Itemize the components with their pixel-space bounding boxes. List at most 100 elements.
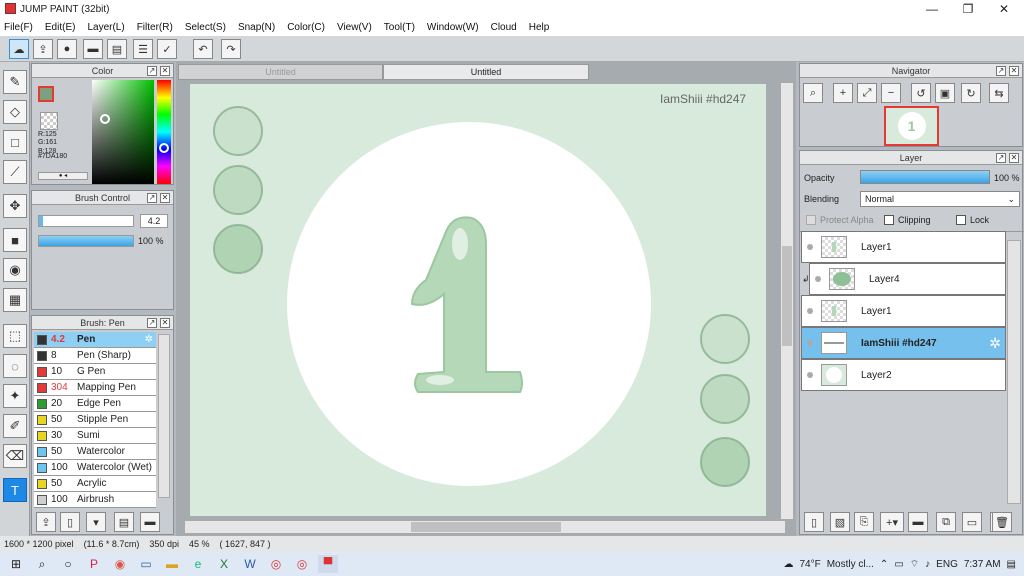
panel-close-icon[interactable]: ✕: [1009, 153, 1019, 163]
brush-folder-icon[interactable]: ▬: [140, 512, 160, 532]
fill-rect-tool-icon[interactable]: ■: [3, 228, 27, 252]
search-icon[interactable]: ⌕: [32, 555, 52, 573]
brush-size-slider[interactable]: [38, 215, 134, 227]
float-icon[interactable]: ↗: [147, 193, 157, 203]
fit-icon[interactable]: ⤢: [857, 83, 877, 103]
panel-close-icon[interactable]: ✕: [1009, 66, 1019, 76]
select-rect-tool-icon[interactable]: ⬚: [3, 324, 27, 348]
brush-item[interactable]: 8 Pen (Sharp): [34, 348, 156, 364]
brush-item[interactable]: 304 Mapping Pen: [34, 380, 156, 396]
task-view-icon[interactable]: ○: [58, 555, 78, 573]
layer-folder-icon[interactable]: ▬: [908, 512, 928, 532]
lock-checkbox[interactable]: [956, 215, 966, 225]
layer-scrollbar[interactable]: [1007, 240, 1021, 504]
brush-item[interactable]: 20 Edge Pen: [34, 396, 156, 412]
brush-size-value[interactable]: 4.2: [140, 214, 168, 228]
menu-view[interactable]: View(V): [337, 22, 372, 33]
eye-icon[interactable]: [807, 244, 813, 250]
brush-menu-icon[interactable]: ▾: [86, 512, 106, 532]
delete-layer-icon[interactable]: 🗑: [992, 512, 1012, 532]
tab-untitled-1[interactable]: Untitled: [178, 64, 383, 80]
message-icon[interactable]: ▬: [83, 39, 103, 59]
new-layer-icon[interactable]: ▯: [804, 512, 824, 532]
protect-alpha-checkbox[interactable]: [806, 215, 816, 225]
brush-item[interactable]: 100 Airbrush: [34, 492, 156, 508]
select-pen-tool-icon[interactable]: ✐: [3, 414, 27, 438]
clipping-checkbox[interactable]: [884, 215, 894, 225]
layer-row[interactable]: Layer2: [801, 359, 1006, 391]
blending-select[interactable]: Normal ⌄: [860, 191, 1020, 207]
brush-item[interactable]: 10 G Pen: [34, 364, 156, 380]
eye-icon[interactable]: [807, 372, 813, 378]
layer-row[interactable]: Layer1: [801, 295, 1006, 327]
battery-icon[interactable]: ▭: [894, 559, 903, 570]
float-icon[interactable]: ↗: [147, 318, 157, 328]
move-tool-icon[interactable]: ✥: [3, 194, 27, 218]
zoom-icon[interactable]: ⌕: [803, 83, 823, 103]
eraser-tool-icon[interactable]: ◇: [3, 100, 27, 124]
panel-close-icon[interactable]: ✕: [160, 66, 170, 76]
brush-item[interactable]: 50 Stipple Pen: [34, 412, 156, 428]
monitor-icon[interactable]: ▭: [136, 555, 156, 573]
powerpoint-icon[interactable]: P: [84, 555, 104, 573]
layer-row-selected[interactable]: IamShiii #hd247 ✲: [801, 327, 1006, 359]
add-layer-menu-icon[interactable]: +▾: [880, 512, 904, 532]
excel-icon[interactable]: X: [214, 555, 234, 573]
brush-item[interactable]: 50 Watercolor: [34, 444, 156, 460]
rotate-right-icon[interactable]: ↻: [961, 83, 981, 103]
rectangle-tool-icon[interactable]: □: [3, 130, 27, 154]
panel-close-icon[interactable]: ✕: [160, 193, 170, 203]
horizontal-scrollbar[interactable]: [184, 520, 786, 534]
line-tool-icon[interactable]: ⟋: [3, 160, 27, 184]
float-icon[interactable]: ↗: [996, 66, 1006, 76]
comment-icon[interactable]: ●: [57, 39, 77, 59]
copy-brush-icon[interactable]: ▤: [114, 512, 134, 532]
flip-icon[interactable]: ⇆: [989, 83, 1009, 103]
zoom-in-icon[interactable]: +: [833, 83, 853, 103]
list-icon[interactable]: ☰: [133, 39, 153, 59]
word-icon[interactable]: W: [240, 555, 260, 573]
magic-wand-tool-icon[interactable]: ✦: [3, 384, 27, 408]
duplicate-layer-icon[interactable]: ⎘: [854, 512, 874, 532]
restore-button[interactable]: ❐: [950, 0, 986, 18]
menu-help[interactable]: Help: [529, 22, 550, 33]
jump-paint-taskbar-icon[interactable]: ▀: [318, 555, 338, 573]
lasso-tool-icon[interactable]: ◌: [3, 354, 27, 378]
gear-icon[interactable]: ✲: [989, 335, 1001, 352]
hue-slider[interactable]: [157, 80, 171, 184]
clear-layer-icon[interactable]: ▭: [962, 512, 982, 532]
folder-icon[interactable]: ▬: [162, 555, 182, 573]
menu-cloud[interactable]: Cloud: [491, 22, 517, 33]
menu-layer[interactable]: Layer(L): [87, 22, 124, 33]
brush-item[interactable]: 4.2 Pen ✲: [34, 332, 156, 348]
close-button[interactable]: ✕: [986, 0, 1022, 18]
transparent-swatch[interactable]: [40, 112, 58, 130]
menu-window[interactable]: Window(W): [427, 22, 479, 33]
tab-untitled-2[interactable]: Untitled: [383, 64, 589, 80]
eye-icon[interactable]: [807, 340, 813, 346]
new-layer-type-icon[interactable]: ▧: [830, 512, 850, 532]
document-icon[interactable]: ▤: [107, 39, 127, 59]
drawing-canvas[interactable]: IamShiii #hd247: [190, 84, 766, 516]
upload-icon[interactable]: ⇪: [33, 39, 53, 59]
brush-tool-icon[interactable]: ✎: [3, 70, 27, 94]
menu-color[interactable]: Color(C): [287, 22, 325, 33]
chevron-up-icon[interactable]: ⌃: [880, 559, 888, 570]
volume-icon[interactable]: ♪: [925, 559, 930, 570]
vertical-scrollbar[interactable]: [780, 82, 794, 520]
gradient-tool-icon[interactable]: ▦: [3, 288, 27, 312]
undo-icon[interactable]: ↶: [193, 39, 213, 59]
layer-opacity-slider[interactable]: [860, 170, 990, 184]
menu-edit[interactable]: Edit(E): [45, 22, 76, 33]
layer-row-clipped[interactable]: Layer4: [809, 263, 1006, 295]
lang-indicator[interactable]: ENG: [936, 559, 958, 570]
brush-upload-icon[interactable]: ⇪: [36, 512, 56, 532]
redo-icon[interactable]: ↷: [221, 39, 241, 59]
layer-row[interactable]: Layer1: [801, 231, 1006, 263]
menu-file[interactable]: File(F): [4, 22, 33, 33]
brush-list-scrollbar[interactable]: [158, 334, 170, 498]
brush-item[interactable]: 50 Acrylic: [34, 476, 156, 492]
panel-close-icon[interactable]: ✕: [160, 318, 170, 328]
chrome-icon-2[interactable]: ◎: [292, 555, 312, 573]
windows-start-icon[interactable]: ⊞: [6, 555, 26, 573]
